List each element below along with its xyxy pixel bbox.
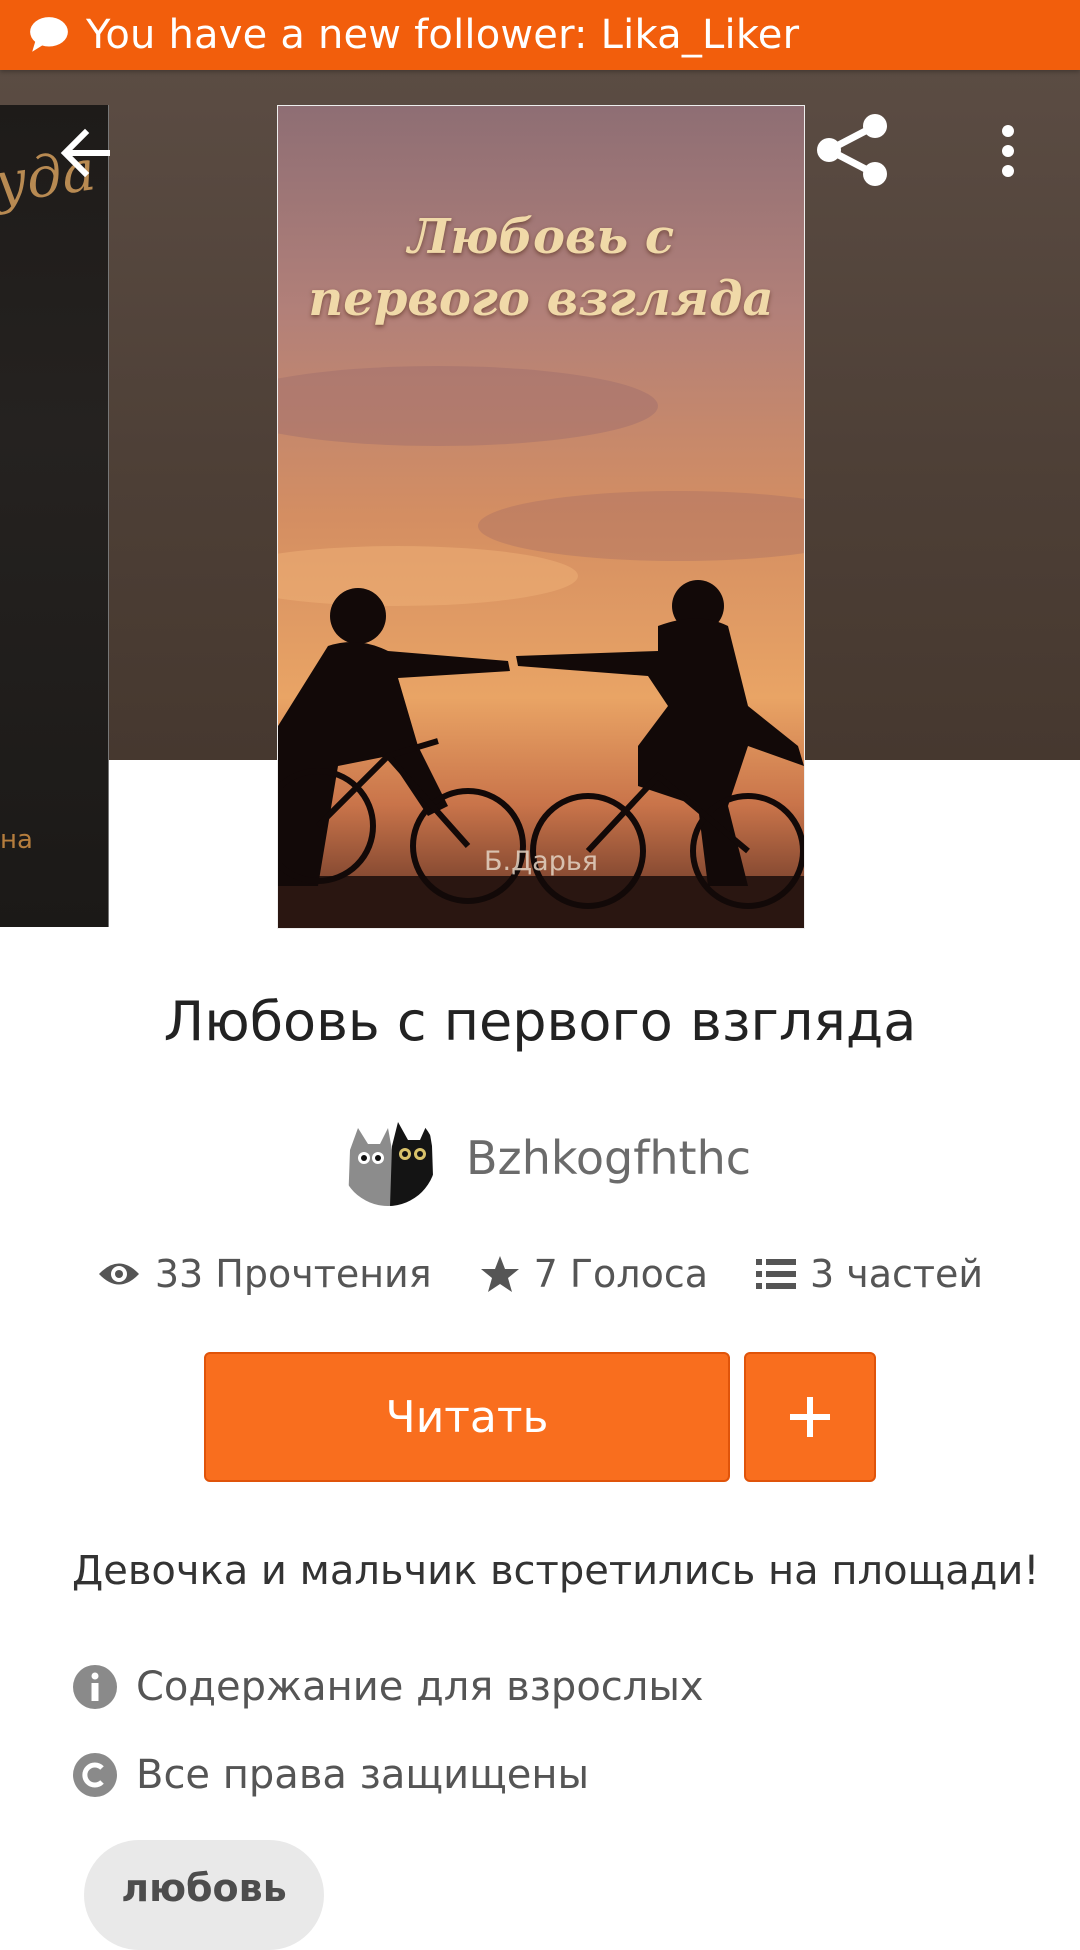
list-icon — [756, 1259, 797, 1289]
story-description: Девочка и мальчик встретились на площади… — [72, 1548, 1040, 1594]
star-icon — [480, 1256, 519, 1292]
eye-icon — [98, 1263, 139, 1285]
info-icon — [73, 1665, 117, 1709]
parts-stat: 3 частей — [756, 1252, 983, 1296]
tag-label: любовь — [121, 1866, 287, 1910]
cover-title-line-2: первого взгляда — [308, 271, 774, 327]
reads-stat: 33 Прочтения — [97, 1252, 432, 1296]
avatar[interactable] — [340, 1110, 436, 1206]
mature-content-row: Содержание для взрослых — [72, 1664, 704, 1710]
notification-banner[interactable]: You have a new follower: Lika_Liker — [0, 0, 1080, 70]
read-button[interactable]: Читать — [204, 1352, 730, 1482]
copyright-icon — [73, 1753, 117, 1797]
back-button[interactable] — [50, 118, 120, 188]
arrow-left-icon — [60, 128, 110, 178]
share-button[interactable] — [808, 110, 898, 190]
cover-title: Любовь с первого взгляда — [278, 206, 804, 330]
more-options-button[interactable] — [980, 116, 1036, 186]
author-row[interactable]: Bzhkogfhthc — [340, 1110, 751, 1206]
more-vertical-icon — [1002, 125, 1014, 177]
read-button-label: Читать — [385, 1391, 549, 1443]
notification-text: You have a new follower: Lika_Liker — [86, 12, 800, 58]
story-stats: 33 Прочтения 7 Голоса 3 частей — [0, 1252, 1080, 1296]
parts-count: 3 частей — [810, 1252, 984, 1296]
previous-story-cover[interactable]: уда на — [0, 105, 109, 927]
mature-content-label: Содержание для взрослых — [136, 1664, 704, 1710]
reads-count: 33 Прочтения — [154, 1252, 432, 1296]
story-cover[interactable]: Любовь с первого взгляда Б.Дарья — [277, 105, 805, 929]
tag-chip[interactable]: любовь — [84, 1840, 324, 1950]
copyright-label: Все права защищены — [136, 1752, 590, 1798]
copyright-row: Все права защищены — [72, 1752, 589, 1798]
share-icon — [817, 114, 887, 186]
chat-bubble-icon — [30, 17, 68, 52]
cover-title-line-1: Любовь с — [407, 209, 675, 265]
votes-stat: 7 Голоса — [480, 1252, 708, 1296]
cats-avatar-image — [340, 1110, 436, 1206]
plus-icon — [790, 1397, 830, 1437]
author-name[interactable]: Bzhkogfhthc — [466, 1131, 751, 1185]
add-to-library-button[interactable] — [744, 1352, 876, 1482]
story-title: Любовь с первого взгляда — [163, 990, 917, 1053]
cover-author: Б.Дарья — [483, 846, 599, 877]
votes-count: 7 Голоса — [533, 1252, 709, 1296]
